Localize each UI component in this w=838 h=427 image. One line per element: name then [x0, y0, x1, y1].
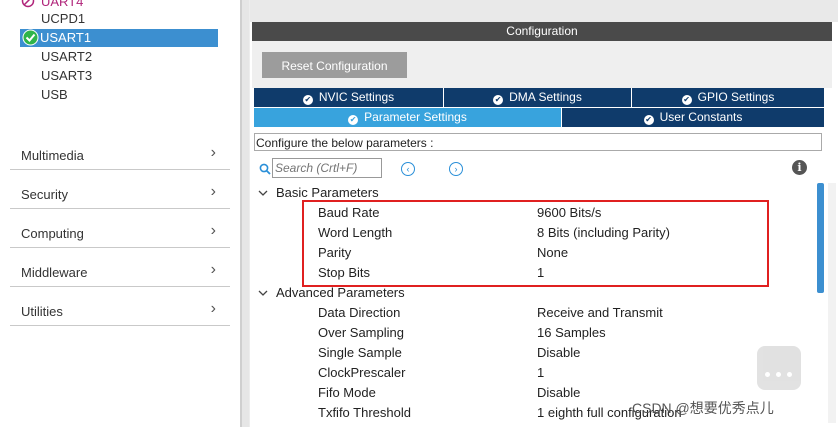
category-multimedia[interactable]: Multimedia ›	[10, 140, 230, 170]
panel-splitter[interactable]	[240, 0, 250, 427]
param-name: Data Direction	[318, 305, 401, 320]
peripheral-item-usart3[interactable]: USART3	[20, 67, 92, 85]
check-icon: ✔	[302, 95, 313, 105]
chat-bubble-icon	[757, 346, 801, 390]
param-value[interactable]: 1	[537, 363, 544, 383]
chevron-right-icon: ›	[210, 183, 216, 200]
scrollbar-thumb[interactable]	[817, 183, 824, 293]
left-panel: UART4 UCPD1 USART1 USART2 USART3 USB Mul…	[0, 0, 240, 427]
tab-label: GPIO Settings	[697, 90, 775, 104]
param-value[interactable]: Disable	[537, 343, 580, 363]
group-title: Advanced Parameters	[276, 285, 405, 300]
peripheral-item-ucpd1[interactable]: UCPD1	[20, 10, 85, 28]
category-computing[interactable]: Computing ›	[10, 218, 230, 248]
check-icon: ✔	[643, 115, 654, 125]
param-name: Single Sample	[318, 345, 402, 360]
peripheral-label: USART2	[41, 49, 93, 64]
group-advanced-parameters[interactable]: Advanced Parameters	[258, 283, 405, 303]
param-row[interactable]: Single Sample Disable	[318, 343, 818, 363]
check-icon: ✔	[681, 95, 692, 105]
group-title: Basic Parameters	[276, 185, 379, 200]
peripheral-item-usart1[interactable]: USART1	[20, 29, 218, 47]
tab-label: Parameter Settings	[364, 110, 467, 124]
tab-user-constants[interactable]: ✔ User Constants	[562, 108, 824, 127]
param-row[interactable]: Data Direction Receive and Transmit	[318, 303, 818, 323]
param-name: Over Sampling	[318, 325, 404, 340]
chevron-right-icon: ›	[210, 261, 216, 278]
param-value[interactable]: Receive and Transmit	[537, 303, 663, 323]
chevron-right-icon: ›	[210, 222, 216, 239]
param-name: ClockPrescaler	[318, 365, 406, 380]
category-label: Utilities	[21, 304, 63, 319]
highlight-box	[302, 200, 769, 287]
chevron-down-icon	[258, 183, 268, 203]
chevron-right-icon: ›	[210, 300, 216, 317]
configuration-title: Configuration	[252, 22, 832, 41]
reset-configuration-button[interactable]: Reset Configuration	[262, 52, 407, 78]
top-gap	[250, 0, 838, 22]
search-next-icon[interactable]: ›	[449, 162, 463, 176]
param-name: Txfifo Threshold	[318, 405, 411, 420]
tab-nvic-settings[interactable]: ✔ NVIC Settings	[254, 88, 444, 107]
scrollbar-track[interactable]	[828, 183, 836, 423]
tab-parameter-settings[interactable]: ✔ Parameter Settings	[254, 108, 562, 127]
peripheral-item-usart2[interactable]: USART2	[20, 48, 92, 66]
param-value[interactable]: Disable	[537, 383, 580, 403]
peripheral-label: UCPD1	[41, 11, 86, 26]
category-utilities[interactable]: Utilities ›	[10, 296, 230, 326]
param-row[interactable]: ClockPrescaler 1	[318, 363, 818, 383]
tab-label: User Constants	[659, 110, 743, 124]
param-value[interactable]: 16 Samples	[537, 323, 606, 343]
category-label: Security	[21, 187, 68, 202]
configuration-panel: Configuration Reset Configuration ✔ NVIC …	[250, 0, 838, 427]
tab-dma-settings[interactable]: ✔ DMA Settings	[444, 88, 632, 107]
search-icon	[259, 163, 271, 178]
peripheral-label: UART4	[41, 0, 84, 9]
info-icon[interactable]: i	[792, 160, 807, 175]
param-name: Fifo Mode	[318, 385, 376, 400]
category-label: Multimedia	[21, 148, 84, 163]
category-label: Computing	[21, 226, 84, 241]
search-previous-icon[interactable]: ‹	[401, 162, 415, 176]
check-icon: ✔	[493, 95, 504, 105]
tab-label: DMA Settings	[509, 90, 582, 104]
tab-gpio-settings[interactable]: ✔ GPIO Settings	[632, 88, 824, 107]
chevron-right-icon: ›	[210, 144, 216, 161]
search-input[interactable]	[272, 158, 382, 178]
tab-label: NVIC Settings	[318, 90, 395, 104]
peripheral-label: USART3	[41, 68, 93, 83]
check-icon: ✔	[348, 115, 359, 125]
peripheral-item-usb[interactable]: USB	[20, 86, 68, 104]
param-row[interactable]: Over Sampling 16 Samples	[318, 323, 818, 343]
peripheral-label: USB	[41, 87, 68, 102]
watermark: CSDN @想要优秀点儿	[632, 400, 774, 416]
category-label: Middleware	[21, 265, 88, 280]
category-middleware[interactable]: Middleware ›	[10, 257, 230, 287]
category-security[interactable]: Security ›	[10, 179, 230, 209]
peripheral-label: USART1	[40, 30, 92, 45]
chevron-down-icon	[258, 283, 268, 303]
configure-prompt: Configure the below parameters :	[254, 133, 822, 151]
